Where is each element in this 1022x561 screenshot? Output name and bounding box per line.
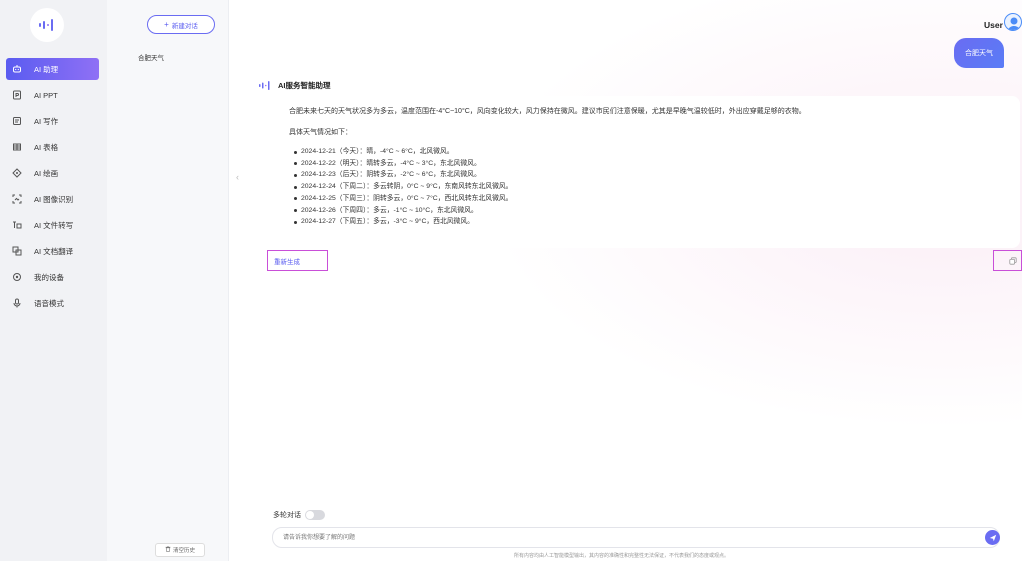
trash-icon (165, 546, 171, 554)
assistant-message-card: 合肥未来七天的天气状况多为多云，温度范围在-4°C~10°C，风向变化较大，风力… (279, 96, 1020, 248)
send-button[interactable] (985, 530, 1000, 545)
assistant-logo-icon (259, 81, 270, 90)
mic-icon (10, 296, 24, 310)
multi-turn-toggle[interactable] (305, 510, 325, 520)
forecast-item: 2024-12-26（下周四）：多云，-1°C ~ 10°C，东北风微风。 (289, 205, 1010, 217)
assistant-header: AI服务智能助理 (258, 80, 331, 91)
main-chat-area (230, 0, 1022, 561)
nav-item-8[interactable]: 我的设备 (6, 266, 99, 288)
nav-item-label: AI 表格 (34, 142, 59, 152)
nav-item-label: 语音模式 (34, 298, 64, 308)
logo-bars-icon (39, 19, 53, 31)
nav-item-9[interactable]: 语音模式 (6, 292, 99, 314)
nav-list: AI 助理 AI PPT AI 写作 AI 表格 AI 绘画 AI 图像识别 AI 文件转写… (0, 58, 107, 318)
user-avatar[interactable] (1004, 13, 1022, 31)
forecast-item: 2024-12-24（下周二）：多云转阴，0°C ~ 9°C，东南风转东北风微风… (289, 181, 1010, 193)
clear-history-button[interactable]: 清空历史 (155, 543, 205, 557)
user-name: User (984, 20, 1003, 30)
disclaimer-text: 所有内容均由人工智能模型输出，其内容的准确性和完整性无法保证，不代表我们的态度或… (514, 553, 730, 559)
forecast-item: 2024-12-22（明天）：晴转多云，-4°C ~ 3°C，东北风微风。 (289, 158, 1010, 170)
copy-button[interactable] (993, 250, 1022, 271)
user-message-bubble: 合肥天气 (954, 38, 1004, 68)
multi-turn-control: 多轮对话 (273, 510, 325, 520)
nav-item-label: 我的设备 (34, 272, 64, 282)
paint-icon (10, 166, 24, 180)
assistant-name: AI服务智能助理 (278, 81, 331, 90)
nav-item-label: AI 绘画 (34, 168, 59, 178)
nav-item-4[interactable]: AI 绘画 (6, 162, 99, 184)
write-icon (10, 114, 24, 128)
nav-item-label: AI 文件转写 (34, 220, 74, 230)
assistant-intro: 合肥未来七天的天气状况多为多云，温度范围在-4°C~10°C，风向变化较大，风力… (289, 108, 806, 115)
nav-item-label: AI 文档翻译 (34, 246, 74, 256)
multi-turn-label: 多轮对话 (273, 512, 301, 519)
nav-item-1[interactable]: AI PPT (6, 84, 99, 106)
robot-icon (10, 62, 24, 76)
app-logo[interactable] (30, 8, 64, 42)
nav-item-6[interactable]: AI 文件转写 (6, 214, 99, 236)
table-icon (10, 140, 24, 154)
nav-item-0[interactable]: AI 助理 (6, 58, 99, 80)
nav-item-label: AI 助理 (34, 64, 59, 74)
nav-item-7[interactable]: AI 文档翻译 (6, 240, 99, 262)
device-icon (10, 270, 24, 284)
file-transcribe-icon (10, 218, 24, 232)
clear-history-label: 清空历史 (172, 548, 195, 554)
forecast-list: 2024-12-21（今天）：晴，-4°C ~ 6°C，北风微风。 2024-1… (289, 146, 1010, 228)
plus-icon: + (164, 20, 169, 29)
new-chat-button[interactable]: + 新建对话 (147, 15, 215, 34)
regenerate-button[interactable]: 重新生成 (267, 250, 328, 271)
left-nav: AI 助理 AI PPT AI 写作 AI 表格 AI 绘画 AI 图像识别 AI 文件转写… (0, 0, 107, 561)
chat-input[interactable] (272, 527, 1000, 548)
send-icon (989, 534, 996, 541)
nav-item-3[interactable]: AI 表格 (6, 136, 99, 158)
image-scan-icon (10, 192, 24, 206)
forecast-item: 2024-12-27（下周五）：多云，-3°C ~ 9°C，西北风微风。 (289, 216, 1010, 228)
nav-item-label: AI 图像识别 (34, 194, 74, 204)
translate-icon (10, 244, 24, 258)
nav-item-label: AI 写作 (34, 116, 59, 126)
copy-icon (1009, 256, 1017, 265)
nav-item-5[interactable]: AI 图像识别 (6, 188, 99, 210)
forecast-heading: 具体天气情况如下： (289, 129, 352, 136)
history-panel: + 新建对话 合肥天气 清空历史 (107, 0, 229, 561)
forecast-item: 2024-12-21（今天）：晴，-4°C ~ 6°C，北风微风。 (289, 146, 1010, 158)
forecast-item: 2024-12-23（后天）：阴转多云，-2°C ~ 6°C，东北风微风。 (289, 169, 1010, 181)
new-chat-label: 新建对话 (171, 22, 198, 30)
collapse-panel-chevron-icon[interactable]: ‹ (236, 172, 239, 182)
ppt-icon (10, 88, 24, 102)
forecast-item: 2024-12-25（下周三）：阴转多云，0°C ~ 7°C，西北风转东北风微风… (289, 193, 1010, 205)
history-item[interactable]: 合肥天气 (138, 52, 164, 62)
nav-item-2[interactable]: AI 写作 (6, 110, 99, 132)
nav-item-label: AI PPT (34, 90, 58, 100)
